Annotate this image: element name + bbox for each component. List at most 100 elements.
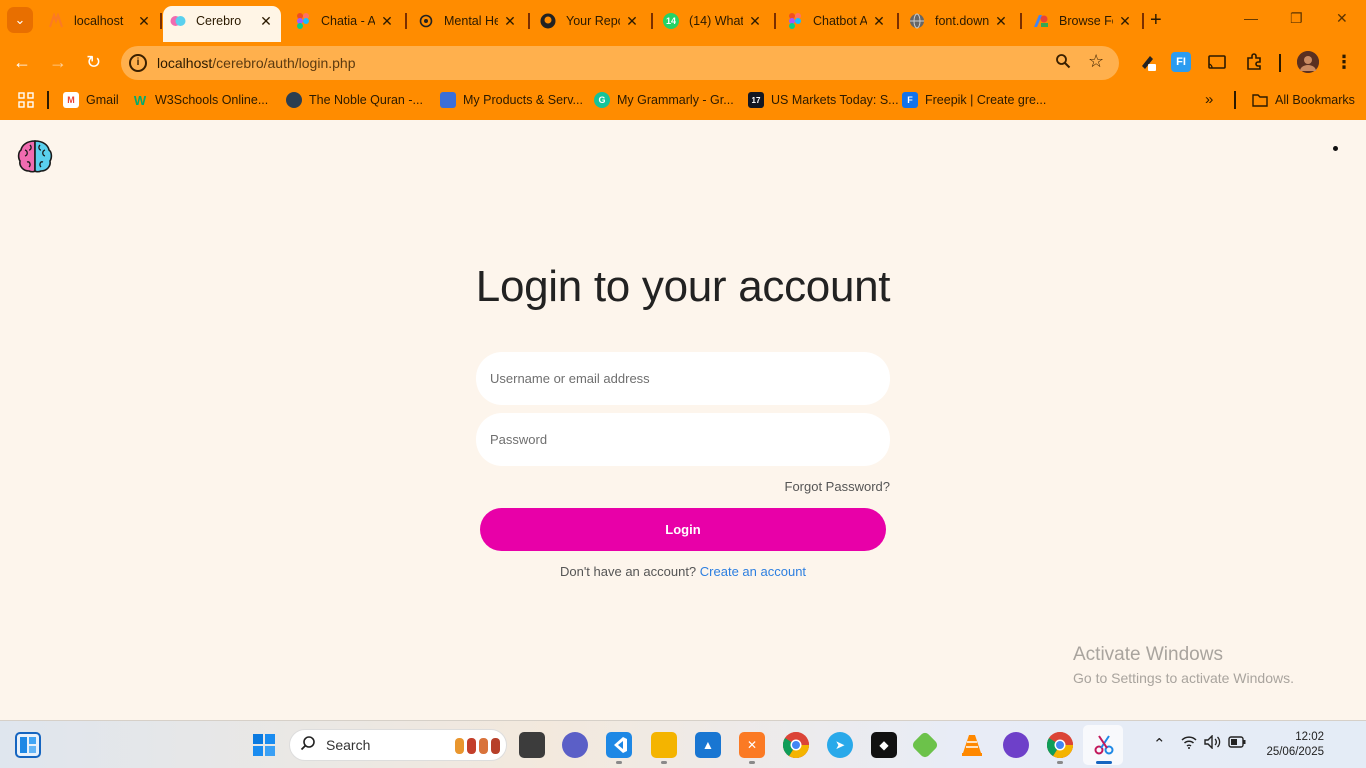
password-input[interactable] xyxy=(476,413,890,466)
extension-fi-icon[interactable]: FI xyxy=(1171,52,1191,72)
chrome-profile-icon[interactable] xyxy=(1047,732,1073,758)
tab-browse-fonts[interactable]: Browse Fo ✕ xyxy=(1033,6,1133,36)
github-desktop-icon[interactable] xyxy=(1003,732,1029,758)
minimize-icon[interactable]: — xyxy=(1244,10,1258,26)
vscode-icon[interactable] xyxy=(606,732,632,758)
tab-title: localhost xyxy=(74,14,124,28)
vlc-icon[interactable] xyxy=(959,732,985,758)
tab-mental-health[interactable]: Mental He ✕ xyxy=(418,6,518,36)
tab-title: font.down xyxy=(935,14,989,28)
bookmark-label: W3Schools Online... xyxy=(155,93,269,107)
forward-icon[interactable]: → xyxy=(49,52,67,73)
close-tab-icon[interactable]: ✕ xyxy=(871,13,887,30)
activate-windows-watermark: Activate Windows Go to Settings to activ… xyxy=(1073,644,1294,686)
address-bar[interactable]: i localhost/cerebro/auth/login.php ☆ xyxy=(121,46,1119,80)
bookmark-label: My Grammarly - Gr... xyxy=(617,93,734,107)
bookmark-freepik[interactable]: F Freepik | Create gre... xyxy=(902,92,1046,108)
bookmark-tradingview[interactable]: 17 US Markets Today: S... xyxy=(748,92,899,108)
restore-icon[interactable]: ❐ xyxy=(1290,10,1303,27)
back-icon[interactable]: ← xyxy=(13,52,31,73)
reload-icon[interactable]: ↻ xyxy=(86,52,101,73)
close-tab-icon[interactable]: ✕ xyxy=(747,13,763,30)
chrome-icon[interactable] xyxy=(783,732,809,758)
tab-title: Cerebro xyxy=(196,14,242,28)
tab-whatsapp[interactable]: 14 (14) What ✕ xyxy=(663,6,763,36)
login-button[interactable]: Login xyxy=(480,508,886,551)
bookmark-w3schools[interactable]: W W3Schools Online... xyxy=(132,92,268,108)
close-tab-icon[interactable]: ✕ xyxy=(379,13,395,30)
close-tab-icon[interactable]: ✕ xyxy=(502,13,518,30)
extensions-puzzle-icon[interactable] xyxy=(1244,52,1264,72)
tab-divider xyxy=(651,13,653,29)
username-input[interactable] xyxy=(476,352,890,405)
system-clock[interactable]: 12:02 25/06/2025 xyxy=(1258,730,1324,760)
cerebro-logo[interactable] xyxy=(17,138,53,174)
running-indicator xyxy=(661,761,667,764)
more-menu-icon[interactable]: ⋮ xyxy=(1334,52,1354,72)
toolbar-divider xyxy=(1279,54,1281,72)
profile-avatar[interactable] xyxy=(1297,51,1319,73)
wifi-icon[interactable] xyxy=(1181,735,1197,753)
forgot-password-link[interactable]: Forgot Password? xyxy=(700,479,891,494)
close-tab-icon[interactable]: ✕ xyxy=(624,13,640,30)
tab-chatia[interactable]: Chatia - A ✕ xyxy=(295,6,395,36)
tab-search-button[interactable]: ⌄ xyxy=(7,7,33,33)
active-indicator xyxy=(1096,761,1112,764)
products-icon xyxy=(440,92,456,108)
bookmark-gmail[interactable]: M Gmail xyxy=(63,92,119,108)
teams-meet-icon[interactable] xyxy=(562,732,588,758)
menu-dot[interactable] xyxy=(1333,146,1338,151)
site-info-icon[interactable]: i xyxy=(129,54,147,72)
all-bookmarks[interactable]: All Bookmarks xyxy=(1252,92,1355,108)
close-window-icon[interactable]: ✕ xyxy=(1336,10,1348,27)
tab-divider xyxy=(1020,13,1022,29)
tab-divider xyxy=(160,13,162,29)
create-account-link[interactable]: Create an account xyxy=(700,564,806,579)
running-indicator xyxy=(616,761,622,764)
close-tab-icon[interactable]: ✕ xyxy=(1117,13,1133,30)
grammarly-icon: G xyxy=(594,92,610,108)
volume-icon[interactable] xyxy=(1204,734,1222,753)
xampp-taskbar-icon[interactable]: ✕ xyxy=(739,732,765,758)
task-view-icon[interactable] xyxy=(519,732,545,758)
signup-prompt: Don't have an account? xyxy=(559,564,697,579)
tab-strip: ⌄ localhost ✕ Cerebro ✕ Chatia - A ✕ Men… xyxy=(0,0,1366,42)
start-windows-icon[interactable] xyxy=(251,732,277,758)
tab-title: (14) What xyxy=(689,14,743,28)
file-explorer-icon[interactable] xyxy=(651,732,677,758)
bookmark-quran[interactable]: The Noble Quran -... xyxy=(286,92,423,108)
store-icon[interactable]: ▲ xyxy=(695,732,721,758)
diamond-app-icon[interactable] xyxy=(910,730,940,760)
search-icon xyxy=(300,735,316,756)
battery-icon[interactable] xyxy=(1228,735,1246,752)
tab-your-repo[interactable]: Your Repo ✕ xyxy=(540,6,640,36)
taskbar-search[interactable]: Search xyxy=(289,729,507,761)
bookmark-products[interactable]: My Products & Serv... xyxy=(440,92,583,108)
more-bookmarks-icon[interactable]: » xyxy=(1205,91,1213,108)
close-tab-icon[interactable]: ✕ xyxy=(258,13,274,30)
bookmark-label: Freepik | Create gre... xyxy=(925,93,1047,107)
new-tab-button[interactable]: + xyxy=(1150,9,1162,32)
show-hidden-icons-icon[interactable]: ⌃ xyxy=(1153,735,1166,753)
close-tab-icon[interactable]: ✕ xyxy=(136,13,152,30)
extension-pen-icon[interactable] xyxy=(1138,52,1158,72)
bookmark-grammarly[interactable]: G My Grammarly - Gr... xyxy=(594,92,734,108)
tab-chatbot[interactable]: Chatbot A ✕ xyxy=(787,6,887,36)
url-text[interactable]: localhost/cerebro/auth/login.php xyxy=(157,55,355,71)
url-host: localhost xyxy=(157,55,213,71)
close-tab-icon[interactable]: ✕ xyxy=(993,13,1009,30)
cast-icon[interactable] xyxy=(1207,52,1227,72)
apps-icon[interactable] xyxy=(18,92,34,108)
telegram-icon[interactable]: ➤ xyxy=(827,732,853,758)
bookmark-star-icon[interactable]: ☆ xyxy=(1088,51,1104,72)
tab-localhost[interactable]: localhost ✕ xyxy=(48,6,152,36)
xampp-icon xyxy=(48,13,64,29)
owl-app-icon[interactable]: ◆ xyxy=(871,732,897,758)
tab-cerebro[interactable]: Cerebro ✕ xyxy=(163,6,281,42)
chevron-down-icon: ⌄ xyxy=(14,12,26,27)
url-path: /cerebro/auth/login.php xyxy=(212,55,356,71)
zoom-icon[interactable] xyxy=(1055,53,1071,74)
snipping-tool-icon[interactable] xyxy=(1091,732,1117,758)
widgets-icon[interactable] xyxy=(15,732,41,758)
tab-font-download[interactable]: font.down ✕ xyxy=(909,6,1009,36)
